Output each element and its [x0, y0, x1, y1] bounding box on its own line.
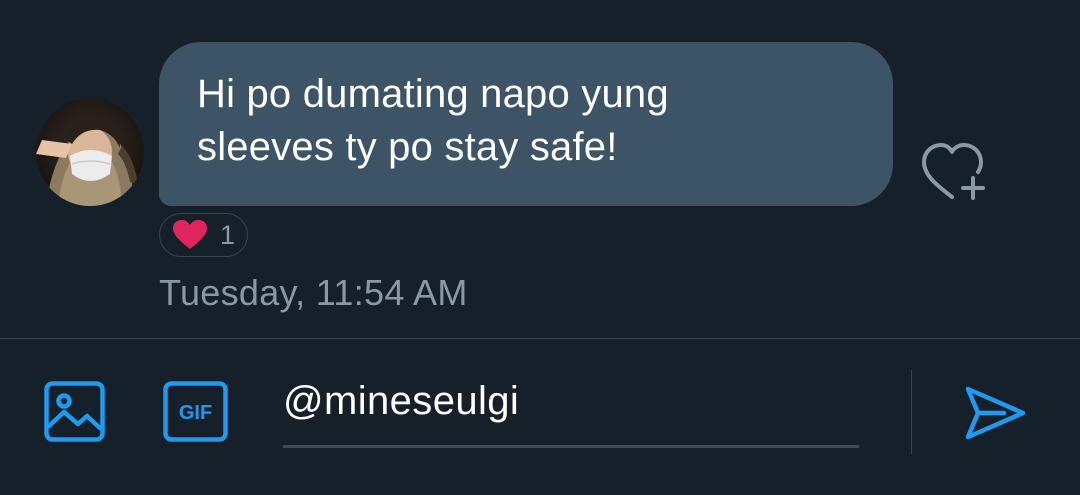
- dm-conversation-screen: Hi po dumating napo yung sleeves ty po s…: [0, 0, 1080, 495]
- add-reaction-button[interactable]: [918, 140, 992, 204]
- avatar[interactable]: [36, 98, 144, 206]
- gif-label: GIF: [179, 402, 212, 424]
- media-button[interactable]: [44, 381, 105, 442]
- message-text: Hi po dumating napo yung sleeves ty po s…: [197, 72, 669, 169]
- image-icon: [44, 381, 105, 442]
- composer-divider: [0, 338, 1080, 339]
- send-divider: [911, 370, 912, 454]
- message-input[interactable]: @mineseulgi: [283, 376, 859, 448]
- gif-button[interactable]: GIF: [163, 381, 228, 442]
- send-button[interactable]: [964, 385, 1027, 441]
- send-icon: [965, 386, 1026, 440]
- avatar-photo: [36, 98, 144, 206]
- gif-icon: GIF: [163, 381, 228, 442]
- message-bubble[interactable]: Hi po dumating napo yung sleeves ty po s…: [159, 42, 893, 206]
- heart-icon: [173, 220, 207, 249]
- heart-plus-icon: [922, 143, 985, 200]
- reaction-badge[interactable]: 1: [159, 213, 248, 257]
- message-timestamp: Tuesday, 11:54 AM: [159, 272, 468, 313]
- reaction-count: 1: [220, 219, 236, 250]
